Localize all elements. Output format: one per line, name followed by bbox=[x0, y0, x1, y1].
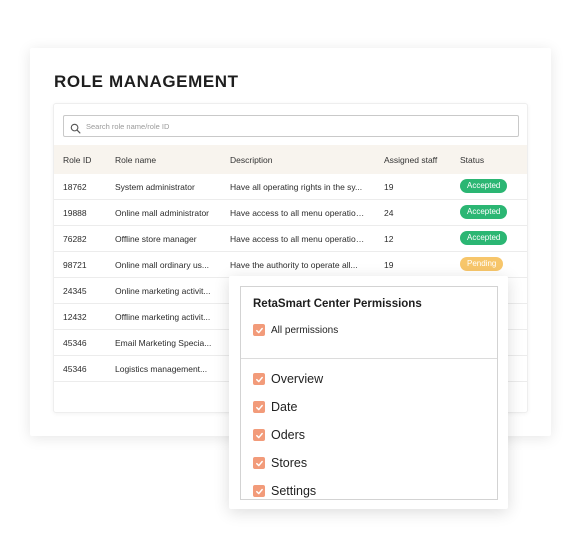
cell-role-name: Logistics management... bbox=[115, 364, 208, 374]
permission-stores-checkbox[interactable]: Stores bbox=[253, 456, 307, 470]
check-icon[interactable] bbox=[253, 401, 265, 413]
permissions-panel: RetaSmart Center Permissions All permiss… bbox=[240, 286, 498, 500]
cell-role-name: Online mall administrator bbox=[115, 208, 210, 218]
cell-role-name: Online marketing activit... bbox=[115, 286, 211, 296]
cell-role-name: Online mall ordinary us... bbox=[115, 260, 210, 270]
status-badge: Accepted bbox=[460, 179, 508, 193]
permission-date-checkbox[interactable]: Date bbox=[253, 400, 297, 414]
cell-role-id: 45346 bbox=[63, 338, 87, 348]
permission-label: Date bbox=[271, 400, 298, 414]
permissions-title: RetaSmart Center Permissions bbox=[253, 298, 422, 310]
permission-overview-checkbox[interactable]: Overview bbox=[253, 372, 323, 386]
cell-role-id: 18762 bbox=[63, 182, 87, 192]
cell-role-id: 24345 bbox=[63, 286, 87, 296]
header-role-id[interactable]: Role ID bbox=[63, 155, 111, 165]
check-icon[interactable] bbox=[253, 429, 265, 441]
cell-description: Have access to all menu operation... bbox=[230, 234, 366, 244]
cell-role-id: 19888 bbox=[63, 208, 87, 218]
permission-oders-checkbox[interactable]: Oders bbox=[253, 428, 305, 442]
cell-role-name: Offline marketing activit... bbox=[115, 312, 211, 322]
all-permissions-checkbox[interactable]: All permissions bbox=[253, 324, 338, 336]
check-icon[interactable] bbox=[253, 485, 265, 497]
cell-assigned-staff: 19 bbox=[384, 260, 394, 270]
permission-settings-checkbox[interactable]: Settings bbox=[253, 484, 316, 498]
table-row[interactable]: 98721 Online mall ordinary us... Have th… bbox=[54, 252, 527, 278]
cell-role-name: System administrator bbox=[115, 182, 195, 192]
header-description[interactable]: Description bbox=[230, 155, 366, 165]
check-icon[interactable] bbox=[253, 457, 265, 469]
check-icon[interactable] bbox=[253, 324, 265, 336]
cell-role-id: 12432 bbox=[63, 312, 87, 322]
permission-label: Overview bbox=[271, 372, 324, 386]
cell-role-name: Email Marketing Specia... bbox=[115, 338, 212, 348]
page-title: ROLE MANAGEMENT bbox=[54, 72, 239, 91]
table-row[interactable]: 19888 Online mall administrator Have acc… bbox=[54, 200, 527, 226]
header-status[interactable]: Status bbox=[460, 155, 520, 165]
table-row[interactable]: 18762 System administrator Have all oper… bbox=[54, 174, 527, 200]
status-badge: Accepted bbox=[460, 231, 508, 245]
cell-description: Have the authority to operate all... bbox=[230, 260, 358, 270]
permissions-popup: RetaSmart Center Permissions All permiss… bbox=[229, 276, 508, 509]
cell-role-id: 98721 bbox=[63, 260, 87, 270]
check-icon[interactable] bbox=[253, 373, 265, 385]
status-badge: Pending bbox=[460, 257, 504, 271]
search-box[interactable] bbox=[63, 115, 519, 137]
cell-role-id: 45346 bbox=[63, 364, 87, 374]
cell-assigned-staff: 24 bbox=[384, 208, 394, 218]
header-role-name[interactable]: Role name bbox=[115, 155, 213, 165]
table-header: Role ID Role name Description Assigned s… bbox=[54, 145, 527, 174]
search-input[interactable] bbox=[86, 117, 506, 135]
cell-role-id: 76282 bbox=[63, 234, 87, 244]
popup-divider bbox=[241, 358, 497, 359]
cell-assigned-staff: 12 bbox=[384, 234, 394, 244]
cell-role-name: Offline store manager bbox=[115, 234, 197, 244]
all-permissions-label: All permissions bbox=[271, 324, 339, 336]
permission-label: Stores bbox=[271, 456, 308, 470]
search-icon bbox=[70, 121, 81, 134]
table-row[interactable]: 76282 Offline store manager Have access … bbox=[54, 226, 527, 252]
header-assigned-staff[interactable]: Assigned staff bbox=[384, 155, 444, 165]
cell-description: Have all operating rights in the sy... bbox=[230, 182, 363, 192]
permission-label: Settings bbox=[271, 484, 317, 498]
cell-assigned-staff: 19 bbox=[384, 182, 394, 192]
status-badge: Accepted bbox=[460, 205, 508, 219]
cell-description: Have access to all menu operation... bbox=[230, 208, 366, 218]
permission-label: Oders bbox=[271, 428, 306, 442]
